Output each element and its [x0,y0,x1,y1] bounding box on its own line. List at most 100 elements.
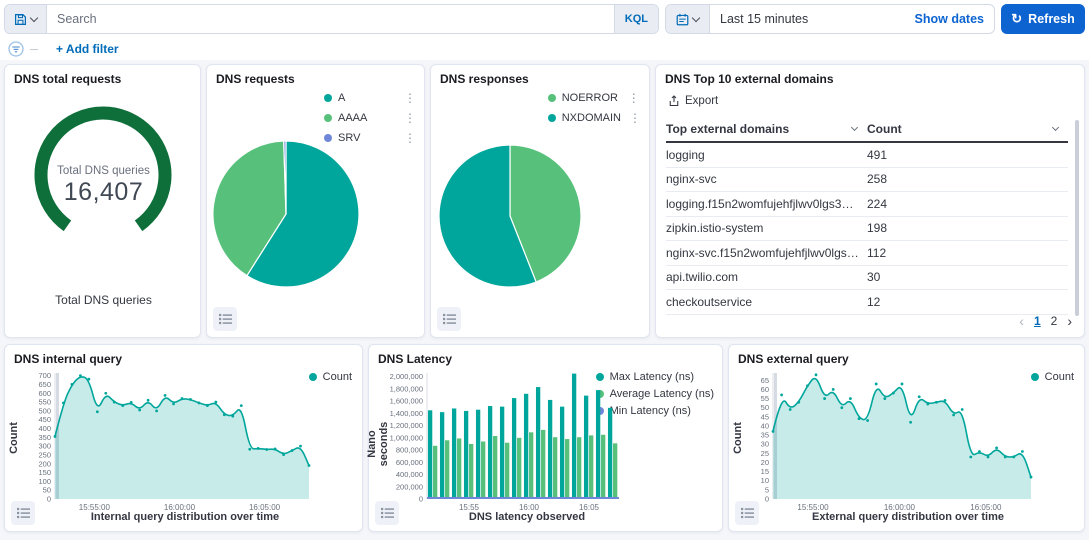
legend-list-icon [741,507,754,519]
external-query-area-chart[interactable]: 0510152025303540455055606515:55:0016:00:… [743,367,1037,515]
svg-text:0: 0 [47,495,51,504]
next-page-icon[interactable]: › [1067,313,1072,329]
svg-text:500: 500 [38,406,51,415]
x-axis-title: Internal query distribution over time [55,511,315,523]
legend-toggle-button[interactable] [375,501,399,525]
svg-text:50: 50 [43,486,51,495]
domains-table: Top external domains Count logging491 ng… [666,117,1068,315]
legend-toggle-button[interactable] [735,501,759,525]
table-row[interactable]: zipkin.istio-system198 [666,217,1068,242]
previous-page-icon[interactable]: ‹ [1019,313,1024,329]
legend-label: A [338,92,396,104]
refresh-button[interactable]: ↻ Refresh [1001,4,1085,34]
legend-item-a[interactable]: A ⋮ [324,89,418,106]
filter-bar: + Add filter [8,40,119,58]
legend-options-icon[interactable]: ⋮ [626,93,642,103]
legend-toggle-button[interactable] [437,307,461,331]
top-header: KQL Last 15 minutes Show dates ↻ Refresh [0,0,1089,60]
column-header-count[interactable]: Count [867,122,1068,136]
internal-query-legend: Count [309,369,352,384]
sort-chevron-icon[interactable] [851,124,858,131]
add-filter-button[interactable]: + Add filter [56,42,119,56]
svg-text:600: 600 [38,389,51,398]
svg-text:1,400,000: 1,400,000 [390,409,423,418]
svg-text:50: 50 [761,403,769,412]
table-row[interactable]: api.twilio.com30 [666,266,1068,291]
panel-dns-total-requests: DNS total requests Total DNS queries 16,… [4,64,201,338]
svg-text:400: 400 [38,424,51,433]
refresh-label: Refresh [1028,12,1075,26]
external-query-legend: Count [1031,369,1074,384]
panel-title: DNS requests [216,72,295,86]
svg-text:250: 250 [38,450,51,459]
legend-options-icon[interactable]: ⋮ [402,133,418,143]
page-2-button[interactable]: 2 [1051,314,1058,328]
legend-options-icon[interactable]: ⋮ [402,93,418,103]
legend-label: Max Latency (ns) [610,371,694,383]
svg-text:350: 350 [38,433,51,442]
legend-dot [548,94,556,102]
svg-text:35: 35 [761,431,769,440]
svg-text:150: 150 [38,468,51,477]
svg-text:1,600,000: 1,600,000 [390,397,423,406]
page-1-button[interactable]: 1 [1034,314,1041,328]
cell-count: 30 [867,270,1068,284]
legend-item-noerror[interactable]: NOERROR ⋮ [548,89,643,106]
cell-domain: nginx-svc [666,172,867,186]
legend-options-icon[interactable]: ⋮ [402,113,418,123]
legend-item-count[interactable]: Count [1031,369,1074,384]
panel-dns-requests: DNS requests A ⋮ AAAA ⋮ SRV ⋮ [206,64,425,338]
legend-toggle-button[interactable] [11,501,35,525]
column-label: Count [867,122,902,136]
export-button[interactable]: Export [668,95,718,107]
table-pagination: ‹ 1 2 › [1019,313,1072,329]
table-row[interactable]: nginx-svc.f15n2womfujehfjlwv0lgs3no...11… [666,241,1068,266]
date-quick-menu-button[interactable] [666,5,710,33]
panel-dns-external-query: DNS external query Count Count 051015202… [728,344,1085,532]
table-header-row: Top external domains Count [666,117,1068,143]
internal-query-area-chart[interactable]: 0501001502002503003504004505005506006507… [19,367,315,515]
panel-top-external-domains: DNS Top 10 external domains Export Top e… [655,64,1085,338]
legend-toggle-button[interactable] [213,307,237,331]
query-bar: KQL [4,4,659,34]
panel-title: DNS external query [738,352,849,366]
show-dates-button[interactable]: Show dates [905,5,994,33]
cell-count: 258 [867,172,1068,186]
cell-count: 491 [867,148,1068,162]
svg-text:0: 0 [419,495,423,504]
kql-language-button[interactable]: KQL [614,5,658,33]
legend-item-nxdomain[interactable]: NXDOMAIN ⋮ [548,109,643,126]
saved-query-menu-button[interactable] [5,5,47,33]
table-row[interactable]: checkoutservice12 [666,290,1068,315]
legend-options-icon[interactable]: ⋮ [627,113,643,123]
filter-icon[interactable] [8,41,24,57]
latency-bar-chart[interactable]: 0200,000400,000600,000800,0001,000,0001,… [381,367,621,515]
date-picker: Last 15 minutes Show dates [665,4,995,34]
svg-text:2,000,000: 2,000,000 [390,372,423,381]
table-scrollbar[interactable] [1075,120,1079,316]
export-label: Export [685,95,718,107]
cell-count: 198 [867,221,1068,235]
column-header-domains[interactable]: Top external domains [666,122,867,136]
table-row[interactable]: nginx-svc258 [666,168,1068,193]
search-input[interactable] [47,5,614,33]
responses-pie-chart[interactable] [437,143,583,289]
requests-pie-legend: A ⋮ AAAA ⋮ SRV ⋮ [324,89,418,146]
table-row[interactable]: logging491 [666,143,1068,168]
legend-list-icon [381,507,394,519]
filter-separator [30,49,38,50]
cell-domain: nginx-svc.f15n2womfujehfjlwv0lgs3no... [666,246,867,260]
panel-dns-internal-query: DNS internal query Count Count 050100150… [4,344,363,532]
panel-title: DNS internal query [14,352,122,366]
legend-label: Average Latency (ns) [610,388,714,400]
responses-pie-legend: NOERROR ⋮ NXDOMAIN ⋮ [548,89,643,126]
legend-item-count[interactable]: Count [309,369,352,384]
cell-domain: logging [666,148,867,162]
svg-text:700: 700 [38,371,51,380]
requests-pie-chart[interactable] [211,139,361,289]
legend-item-aaaa[interactable]: AAAA ⋮ [324,109,418,126]
table-row[interactable]: logging.f15n2womfujehfjlwv0lgs3nog....22… [666,192,1068,217]
svg-text:15: 15 [761,467,769,476]
sort-chevron-icon[interactable] [1052,124,1059,131]
time-range-value[interactable]: Last 15 minutes [710,5,905,33]
